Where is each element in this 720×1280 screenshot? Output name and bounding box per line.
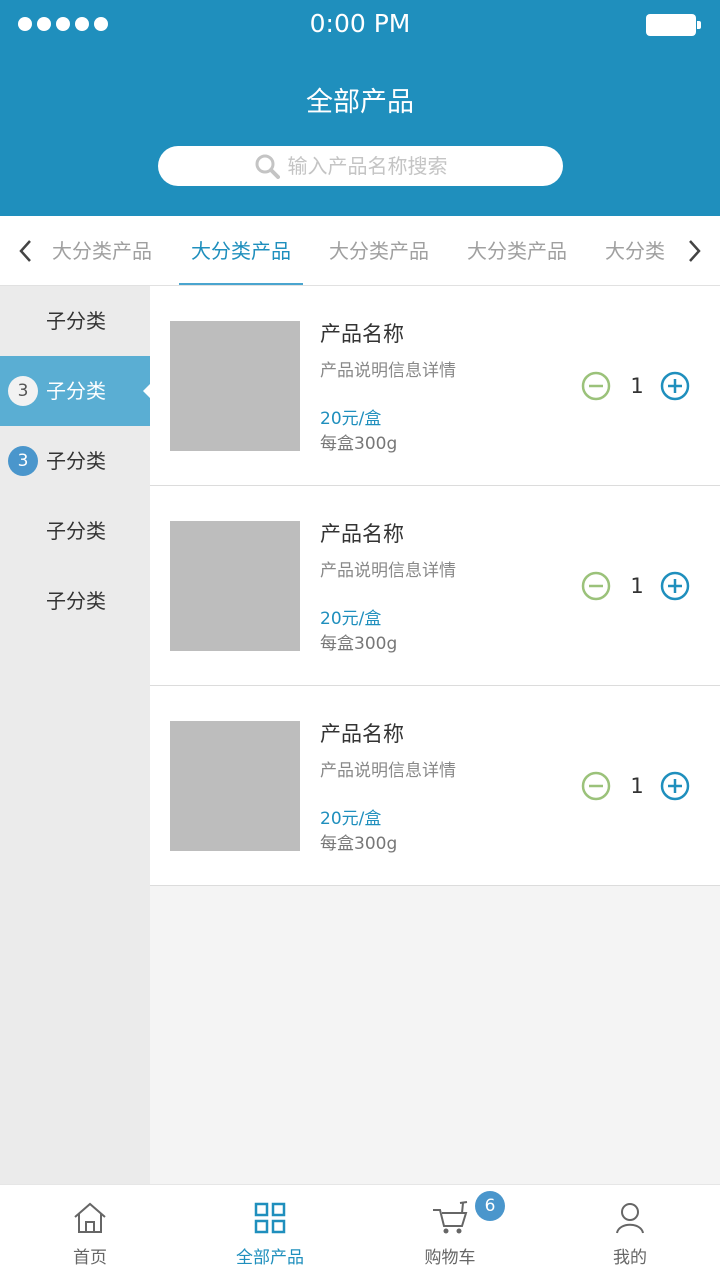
sidebar-item-label: 子分类 xyxy=(46,589,106,613)
product-item[interactable]: 产品名称 产品说明信息详情 20元/盒 每盒300g 1 xyxy=(150,486,720,686)
product-price: 20元/盒 xyxy=(320,609,382,629)
search-icon xyxy=(255,154,280,179)
header: 0:00 PM 全部产品 xyxy=(0,0,720,216)
home-icon xyxy=(74,1202,106,1233)
user-icon xyxy=(616,1203,644,1234)
tab-category-4[interactable]: 大分类产品 xyxy=(467,216,567,285)
subcategory-sidebar: 子分类 3 子分类 3 子分类 子分类 子分类 xyxy=(0,286,150,1184)
tab-category-3[interactable]: 大分类产品 xyxy=(329,216,429,285)
product-weight: 每盒300g xyxy=(320,434,398,454)
cart-count-badge: 6 xyxy=(475,1191,505,1221)
nav-item-all-products[interactable]: 全部产品 xyxy=(180,1185,360,1280)
chevron-right-icon xyxy=(689,240,701,262)
sidebar-item-subcategory-1[interactable]: 子分类 xyxy=(0,286,150,356)
count-badge: 3 xyxy=(8,376,38,406)
sidebar-item-subcategory-2[interactable]: 3 子分类 xyxy=(0,356,150,426)
sidebar-item-subcategory-5[interactable]: 子分类 xyxy=(0,566,150,636)
product-name: 产品名称 xyxy=(320,322,404,346)
status-time: 0:00 PM xyxy=(309,9,411,38)
cart-icon xyxy=(433,1201,468,1234)
search-box[interactable] xyxy=(158,146,563,186)
product-image[interactable] xyxy=(170,321,300,451)
product-name: 产品名称 xyxy=(320,522,404,546)
sidebar-item-label: 子分类 xyxy=(46,519,106,543)
product-image[interactable] xyxy=(170,521,300,651)
quantity-value: 1 xyxy=(630,374,644,398)
grid-icon xyxy=(254,1202,286,1234)
sidebar-item-label: 子分类 xyxy=(46,309,106,333)
nav-label: 我的 xyxy=(613,1248,647,1268)
battery-icon xyxy=(646,14,701,36)
plus-circle-icon[interactable] xyxy=(660,571,690,601)
plus-circle-icon[interactable] xyxy=(660,771,690,801)
product-description: 产品说明信息详情 xyxy=(320,561,456,581)
tabs-next-button[interactable] xyxy=(674,216,714,285)
tabs-prev-button[interactable] xyxy=(6,216,46,285)
product-item[interactable]: 产品名称 产品说明信息详情 20元/盒 每盒300g 1 xyxy=(150,286,720,486)
product-weight: 每盒300g xyxy=(320,834,398,854)
product-description: 产品说明信息详情 xyxy=(320,761,456,781)
nav-item-home[interactable]: 首页 xyxy=(0,1185,180,1280)
bottom-nav: 首页 全部产品 购物车 我的 xyxy=(0,1184,720,1280)
plus-circle-icon[interactable] xyxy=(660,371,690,401)
minus-circle-icon[interactable] xyxy=(581,371,611,401)
tab-category-5[interactable]: 大分类 xyxy=(605,216,665,285)
search-input[interactable] xyxy=(287,154,468,178)
nav-label: 全部产品 xyxy=(236,1248,304,1268)
tab-category-2[interactable]: 大分类产品 xyxy=(179,216,303,285)
sidebar-item-subcategory-4[interactable]: 子分类 xyxy=(0,496,150,566)
nav-label: 首页 xyxy=(73,1248,107,1268)
sidebar-item-subcategory-3[interactable]: 3 子分类 xyxy=(0,426,150,496)
product-price: 20元/盒 xyxy=(320,809,382,829)
nav-item-cart[interactable]: 购物车 xyxy=(360,1185,540,1280)
product-item[interactable]: 产品名称 产品说明信息详情 20元/盒 每盒300g 1 xyxy=(150,686,720,886)
nav-label: 购物车 xyxy=(424,1248,476,1268)
minus-circle-icon[interactable] xyxy=(581,771,611,801)
quantity-value: 1 xyxy=(630,574,644,598)
page-title: 全部产品 xyxy=(306,87,414,118)
chevron-left-icon xyxy=(19,240,31,262)
product-name: 产品名称 xyxy=(320,722,404,746)
nav-item-mine[interactable]: 我的 xyxy=(540,1185,720,1280)
product-price: 20元/盒 xyxy=(320,409,382,429)
product-description: 产品说明信息详情 xyxy=(320,361,456,381)
sidebar-item-label: 子分类 xyxy=(46,449,106,473)
status-bar: 0:00 PM xyxy=(0,0,720,50)
minus-circle-icon[interactable] xyxy=(581,571,611,601)
count-badge: 3 xyxy=(8,446,38,476)
product-weight: 每盒300g xyxy=(320,634,398,654)
sidebar-item-label: 子分类 xyxy=(46,379,106,403)
tab-category-1[interactable]: 大分类产品 xyxy=(52,216,152,285)
category-tabs: 大分类产品 大分类产品 大分类产品 大分类产品 大分类 xyxy=(0,216,720,286)
product-image[interactable] xyxy=(170,721,300,851)
quantity-value: 1 xyxy=(630,774,644,798)
